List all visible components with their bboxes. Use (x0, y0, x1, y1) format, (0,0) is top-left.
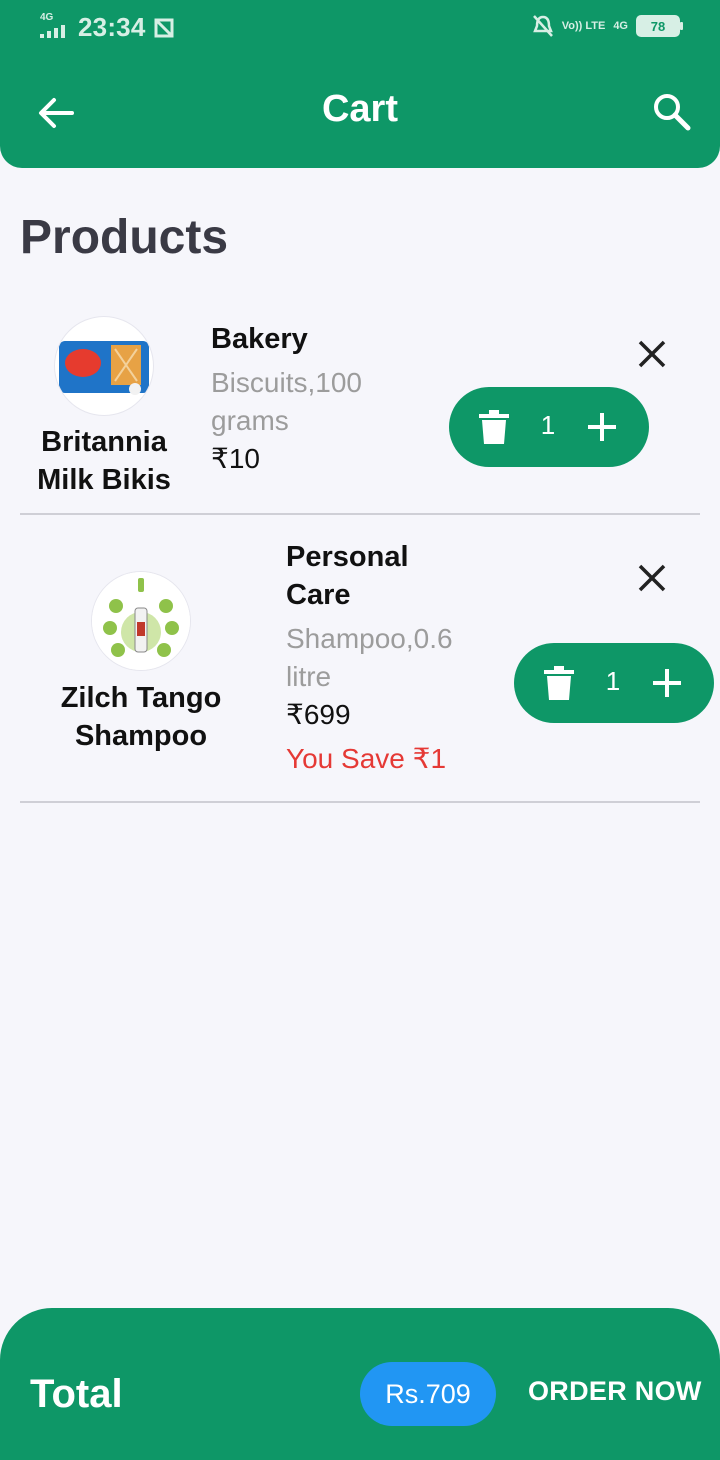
product-image (92, 572, 190, 670)
screen-record-icon (154, 18, 174, 38)
quantity-stepper: 1 (514, 643, 714, 723)
product-price: ₹699 (286, 699, 351, 730)
status-right: Vo)) LTE 4G 78 (532, 14, 683, 38)
divider (20, 801, 700, 803)
signal-icon (40, 25, 65, 38)
app-header: 4G 23:34 Vo)) LTE 4G 78 Cart (0, 0, 720, 168)
quantity-value: 1 (540, 410, 556, 440)
product-description: Biscuits,100 grams (211, 367, 362, 436)
product-category: Bakery (211, 323, 308, 355)
mute-bell-icon (532, 15, 553, 37)
checkout-bar: Total Rs.709 ORDER NOW (0, 1308, 720, 1460)
total-amount-badge: Rs.709 (360, 1362, 496, 1426)
product-price: ₹10 (211, 443, 260, 474)
trash-icon[interactable] (544, 665, 574, 701)
section-title: Products (20, 211, 229, 264)
network-type-right: 4G (613, 19, 628, 32)
plus-icon[interactable] (586, 411, 618, 443)
search-icon[interactable] (652, 92, 692, 132)
volte-indicator: Vo)) LTE (561, 19, 606, 32)
savings-text: You Save ₹1 (286, 743, 447, 774)
close-icon[interactable] (637, 563, 667, 593)
status-time: 23:34 (78, 12, 146, 42)
product-name: Zilch Tango Shampoo (60, 682, 222, 752)
product-name: Britannia Milk Bikis (37, 426, 171, 496)
network-type: 4G (40, 12, 54, 23)
product-image (55, 317, 153, 415)
total-label: Total (30, 1372, 123, 1416)
order-now-button[interactable]: ORDER NOW (528, 1376, 702, 1407)
quantity-value: 1 (605, 666, 621, 696)
divider (20, 513, 700, 515)
trash-icon[interactable] (479, 409, 509, 445)
quantity-stepper: 1 (449, 387, 649, 467)
close-icon[interactable] (637, 339, 667, 369)
product-description: Shampoo,0.6 litre (286, 623, 453, 692)
plus-icon[interactable] (651, 667, 683, 699)
product-category: Personal Care (286, 541, 409, 611)
page-title: Cart (321, 88, 399, 130)
battery-indicator: 78 (636, 15, 683, 37)
